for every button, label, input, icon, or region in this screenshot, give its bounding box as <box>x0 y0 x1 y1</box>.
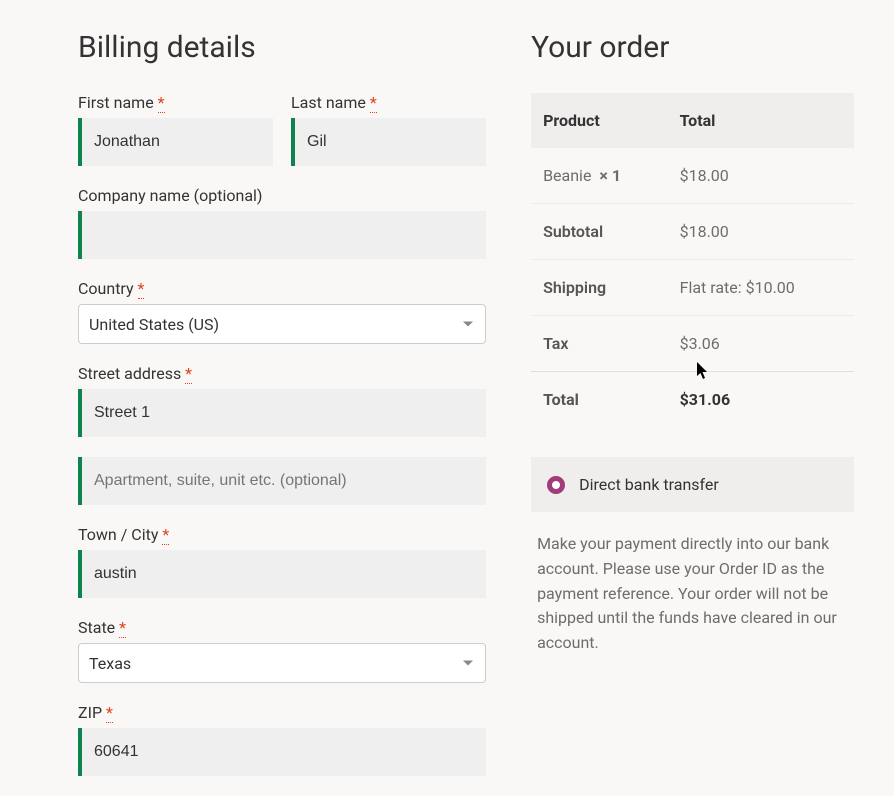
subtotal-label: Subtotal <box>531 204 668 260</box>
payment-option-bank[interactable]: Direct bank transfer <box>531 457 854 512</box>
street1-input[interactable] <box>78 389 486 437</box>
required-marker: * <box>185 364 192 384</box>
street-label: Street address * <box>78 364 486 383</box>
col-total: Total <box>668 93 854 148</box>
payment-option-label: Direct bank transfer <box>579 475 719 494</box>
required-marker: * <box>370 93 377 113</box>
tax-value: $3.06 <box>668 316 854 372</box>
item-total: $18.00 <box>668 148 854 204</box>
shipping-value: Flat rate: $10.00 <box>668 260 854 316</box>
state-label: State * <box>78 618 486 637</box>
payment-description: Make your payment directly into our bank… <box>531 512 854 676</box>
total-value: $31.06 <box>668 372 854 428</box>
required-marker: * <box>138 279 145 299</box>
table-row: Tax $3.06 <box>531 316 854 372</box>
radio-selected-icon <box>547 476 565 494</box>
state-select[interactable]: Texas <box>78 643 486 683</box>
street2-input[interactable] <box>78 457 486 505</box>
your-order: Your order Product Total Beanie × 1 $18.… <box>531 30 854 796</box>
tax-label: Tax <box>531 316 668 372</box>
table-row: Shipping Flat rate: $10.00 <box>531 260 854 316</box>
required-marker: * <box>106 703 113 723</box>
total-label: Total <box>531 372 668 428</box>
last-name-label: Last name * <box>291 93 486 112</box>
last-name-input[interactable] <box>291 118 486 166</box>
required-marker: * <box>158 93 165 113</box>
shipping-label: Shipping <box>531 260 668 316</box>
country-label: Country * <box>78 279 486 298</box>
table-row: Subtotal $18.00 <box>531 204 854 260</box>
zip-input[interactable] <box>78 728 486 776</box>
table-row: Total $31.06 <box>531 372 854 428</box>
col-product: Product <box>531 93 668 148</box>
order-heading: Your order <box>531 30 854 65</box>
country-select[interactable]: United States (US) <box>78 304 486 344</box>
city-label: Town / City * <box>78 525 486 544</box>
billing-details: Billing details First name * Last name *… <box>78 30 486 796</box>
company-input[interactable] <box>78 211 486 259</box>
item-name: Beanie × 1 <box>531 148 668 204</box>
first-name-input[interactable] <box>78 118 273 166</box>
company-label: Company name (optional) <box>78 186 486 205</box>
zip-label: ZIP * <box>78 703 486 722</box>
order-table: Product Total Beanie × 1 $18.00 Subtotal… <box>531 93 854 427</box>
first-name-label: First name * <box>78 93 273 112</box>
billing-heading: Billing details <box>78 30 486 65</box>
payment-methods: Direct bank transfer Make your payment d… <box>531 457 854 676</box>
required-marker: * <box>162 525 169 545</box>
city-input[interactable] <box>78 550 486 598</box>
table-row: Beanie × 1 $18.00 <box>531 148 854 204</box>
subtotal-value: $18.00 <box>668 204 854 260</box>
required-marker: * <box>119 618 126 638</box>
